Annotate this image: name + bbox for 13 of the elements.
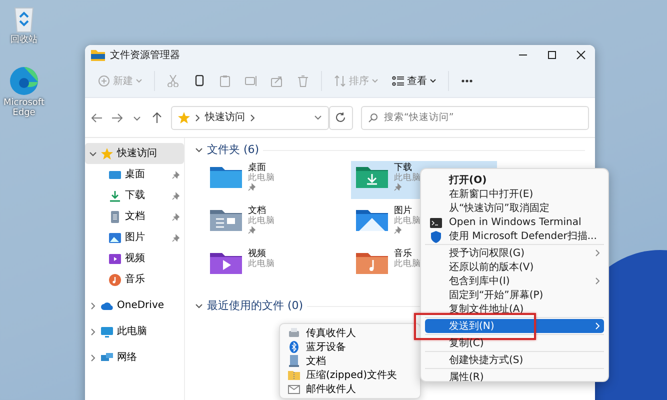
folder-name: 图片 <box>394 206 413 216</box>
folder-location: 此电脑 <box>394 216 421 226</box>
folder-location: 此电脑 <box>394 173 421 183</box>
folder-location: 此电脑 <box>394 259 421 269</box>
folder-name: 文档 <box>248 206 267 216</box>
folder-location: 此电脑 <box>248 216 275 226</box>
folder-location: 此电脑 <box>248 259 275 269</box>
folder-location: 此电脑 <box>248 173 275 183</box>
window-title: 文件资源管理器 <box>110 48 180 62</box>
folder-name: 桌面 <box>248 163 267 173</box>
folder-name: 视频 <box>248 249 267 259</box>
folder-name: 音乐 <box>394 249 413 259</box>
folder-name: 下载 <box>394 163 413 173</box>
